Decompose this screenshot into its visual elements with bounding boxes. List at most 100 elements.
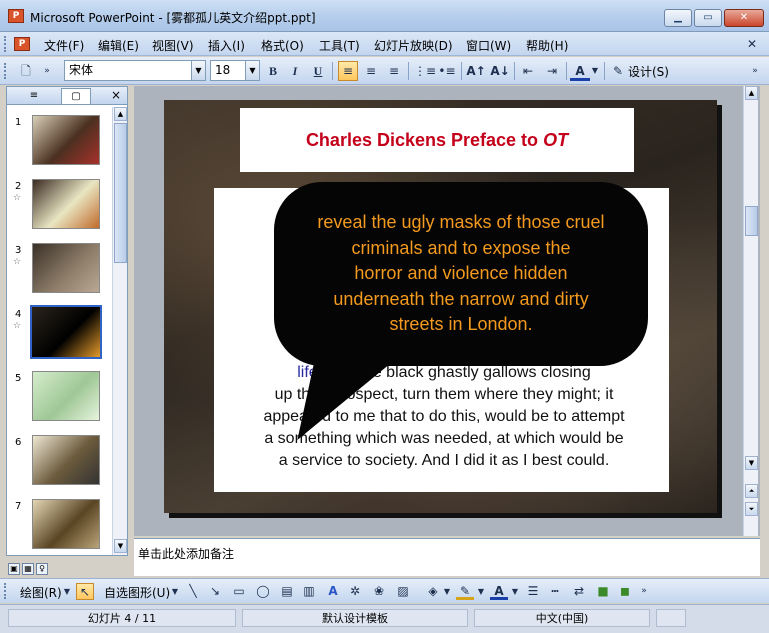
chevron-down-icon[interactable]: ▼ <box>476 583 486 600</box>
menu-file[interactable]: 文件(F) <box>44 37 84 54</box>
tab-slides[interactable]: ▢ <box>61 88 91 104</box>
slide-scrollbar[interactable]: ▲ ▼ ⏶ ⏷ <box>743 86 758 536</box>
toolbar-options-icon[interactable]: » <box>748 61 762 81</box>
decrease-indent-icon[interactable]: ⇤ <box>518 61 538 81</box>
speech-bubble[interactable]: reveal the ugly masks of those cruel crim… <box>274 182 648 366</box>
dash-style-icon[interactable]: ┅ <box>546 583 564 600</box>
menu-close-icon[interactable]: ✕ <box>742 34 762 54</box>
scroll-down-icon[interactable]: ▼ <box>114 539 127 553</box>
line-style-icon[interactable]: ☰ <box>524 583 542 600</box>
slide-thumbnail-row[interactable]: 5 <box>7 367 113 427</box>
toolbar-options-icon[interactable]: » <box>638 583 650 600</box>
close-icon[interactable]: × <box>111 88 121 102</box>
scroll-thumb[interactable] <box>114 123 127 263</box>
maximize-button[interactable]: ▭ <box>694 9 722 27</box>
line-color-icon[interactable]: ✎ <box>456 583 474 600</box>
diagram-icon[interactable]: ✲ <box>346 583 364 600</box>
picture-icon[interactable]: ▨ <box>394 583 412 600</box>
align-left-button[interactable]: ≡ <box>338 61 358 81</box>
new-document-icon[interactable]: 🗋 <box>16 61 36 81</box>
slide-thumbnail[interactable] <box>32 371 100 421</box>
design-icon[interactable]: ✎ <box>608 61 628 81</box>
font-color-icon[interactable]: A <box>490 583 508 600</box>
line-tool-icon[interactable]: ╲ <box>184 583 202 600</box>
rectangle-tool-icon[interactable]: ▭ <box>230 583 248 600</box>
textbox-tool-icon[interactable]: ▤ <box>278 583 296 600</box>
slide-thumbnail-row[interactable]: 2 ☆ <box>7 175 113 235</box>
slide-thumbnail-row[interactable]: 6 <box>7 431 113 491</box>
pane-scrollbar[interactable]: ▲ ▼ <box>112 107 127 555</box>
slide-thumbnail[interactable] <box>32 115 100 165</box>
slide-thumbnail[interactable] <box>32 243 100 293</box>
menu-edit[interactable]: 编辑(E) <box>98 37 139 54</box>
chevron-down-icon[interactable]: ▼ <box>170 583 180 600</box>
clipart-icon[interactable]: ❀ <box>370 583 388 600</box>
menu-help[interactable]: 帮助(H) <box>526 37 568 54</box>
slide-thumbnail[interactable] <box>32 499 100 549</box>
bold-button[interactable]: B <box>263 61 283 81</box>
fill-color-icon[interactable]: ◈ <box>424 583 442 600</box>
font-color-icon[interactable]: A <box>570 61 590 81</box>
normal-view-icon[interactable]: ▣ <box>8 563 20 575</box>
notes-placeholder[interactable]: 单击此处添加备注 <box>138 545 234 562</box>
document-icon[interactable]: P <box>14 37 30 51</box>
slide-title-box[interactable]: Charles Dickens Preface to OT <box>240 108 634 172</box>
slideshow-icon[interactable]: ♀ <box>36 563 48 575</box>
scroll-down-icon[interactable]: ▼ <box>745 456 758 470</box>
next-slide-icon[interactable]: ⏷ <box>745 502 758 516</box>
autoshapes-menu[interactable]: 自选图形(U) <box>104 584 170 601</box>
chevron-down-icon[interactable]: ▼ <box>191 61 205 80</box>
menu-window[interactable]: 窗口(W) <box>466 37 511 54</box>
increase-indent-icon[interactable]: ⇥ <box>542 61 562 81</box>
notes-pane[interactable]: 单击此处添加备注 <box>134 538 760 576</box>
arrow-tool-icon[interactable]: ↘ <box>206 583 224 600</box>
underline-button[interactable]: U <box>308 61 328 81</box>
chevron-down-icon[interactable]: ▼ <box>590 61 600 81</box>
menu-view[interactable]: 视图(V) <box>152 37 194 54</box>
numbering-icon[interactable]: ⋮≡ <box>414 61 436 81</box>
menu-tools[interactable]: 工具(T) <box>319 37 360 54</box>
chevron-down-icon[interactable]: ▼ <box>510 583 520 600</box>
tab-outline[interactable]: ≡ <box>19 88 49 104</box>
arrow-style-icon[interactable]: ⇄ <box>570 583 588 600</box>
design-button[interactable]: 设计(S) <box>628 63 669 80</box>
design-template-name[interactable]: 默认设计模板 <box>242 609 468 627</box>
drawing-toolbar-grip[interactable] <box>4 583 8 599</box>
current-slide[interactable]: Charles Dickens Preface to OT Butthedraw… <box>164 100 717 513</box>
wordart-icon[interactable]: A <box>324 583 342 600</box>
scroll-up-icon[interactable]: ▲ <box>114 107 127 121</box>
chevron-down-icon[interactable]: ▼ <box>62 583 72 600</box>
toolbar-grip[interactable] <box>4 63 8 79</box>
powerpoint-app-icon[interactable]: P <box>8 9 24 23</box>
font-size-select[interactable]: 18 ▼ <box>210 60 260 81</box>
select-pointer-icon[interactable]: ↖ <box>76 583 94 600</box>
oval-tool-icon[interactable]: ◯ <box>254 583 272 600</box>
font-name-select[interactable]: 宋体 ▼ <box>64 60 206 81</box>
menu-insert[interactable]: 插入(I) <box>208 37 245 54</box>
align-right-button[interactable]: ≡ <box>384 61 404 81</box>
slide-thumbnail[interactable] <box>32 179 100 229</box>
chevron-down-icon[interactable]: ▼ <box>442 583 452 600</box>
chevron-down-icon[interactable]: ▼ <box>245 61 259 80</box>
previous-slide-icon[interactable]: ⏶ <box>745 484 758 498</box>
menu-slideshow[interactable]: 幻灯片放映(D) <box>374 37 453 54</box>
scroll-up-icon[interactable]: ▲ <box>745 86 758 100</box>
slide-thumbnail-row[interactable]: 7 <box>7 495 113 555</box>
toolbar-options-icon[interactable]: » <box>40 61 54 81</box>
menu-format[interactable]: 格式(O) <box>261 37 304 54</box>
slide-sorter-icon[interactable]: ▦ <box>22 563 34 575</box>
vertical-textbox-icon[interactable]: ▥ <box>300 583 318 600</box>
bullets-icon[interactable]: •≡ <box>437 61 457 81</box>
close-button[interactable]: ✕ <box>724 9 764 27</box>
slide-thumbnail[interactable] <box>32 435 100 485</box>
italic-button[interactable]: I <box>285 61 305 81</box>
minimize-button[interactable]: ▁ <box>664 9 692 27</box>
draw-menu[interactable]: 绘图(R) <box>20 584 62 601</box>
shadow-icon[interactable]: ■ <box>594 583 612 600</box>
increase-font-icon[interactable]: A↑ <box>466 61 486 81</box>
3d-icon[interactable]: ◼ <box>616 583 634 600</box>
slide-thumbnail[interactable] <box>30 305 102 359</box>
slide-thumbnail-row[interactable]: 1 <box>7 111 113 171</box>
slide-thumbnail-row[interactable]: 4 ☆ <box>7 303 113 363</box>
slide-thumbnail-row[interactable]: 3 ☆ <box>7 239 113 299</box>
